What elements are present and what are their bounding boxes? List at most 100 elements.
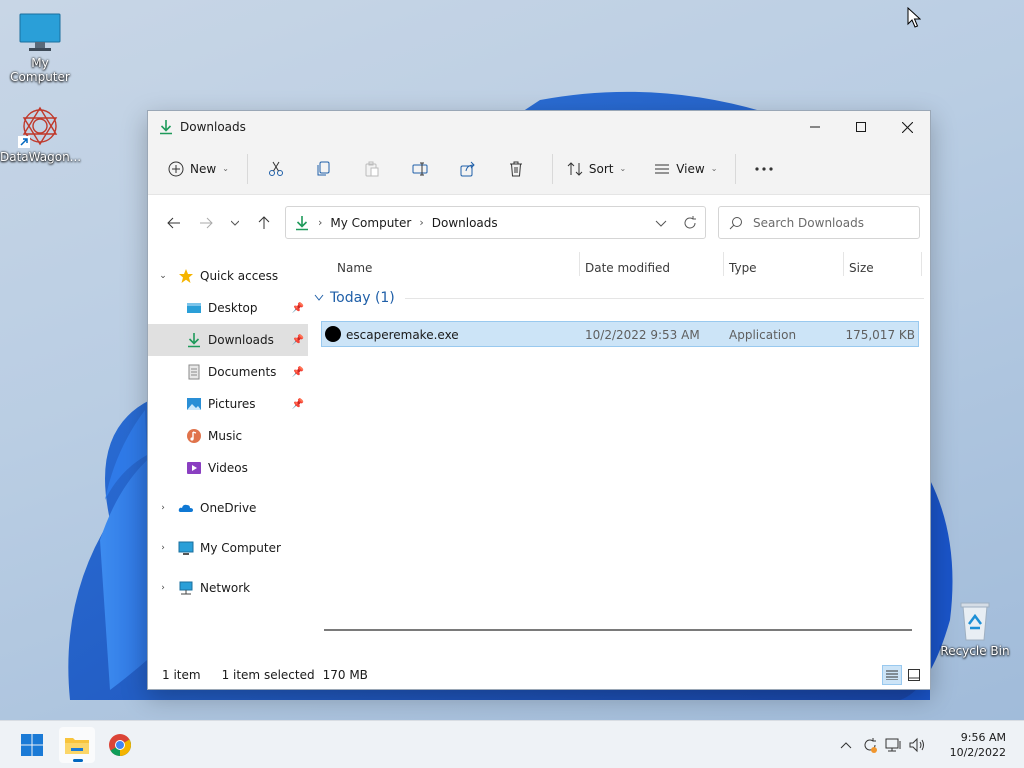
- documents-icon: [188, 364, 200, 380]
- tiles-view-icon: [908, 669, 920, 681]
- tiles-view-button[interactable]: [904, 665, 924, 685]
- maximize-button[interactable]: [838, 111, 884, 143]
- group-header-today[interactable]: Today (1): [308, 284, 930, 312]
- sidebar-item-music[interactable]: Music: [148, 420, 308, 452]
- desktop-icon-label: Recycle Bin: [940, 644, 1010, 658]
- refresh-icon[interactable]: [683, 214, 697, 232]
- close-icon: [901, 121, 913, 133]
- desktop-icon-datawagon[interactable]: DataWagon...: [0, 104, 81, 164]
- back-button[interactable]: [158, 207, 190, 239]
- chevron-right-icon[interactable]: ›: [156, 543, 170, 553]
- more-options-button[interactable]: [744, 153, 784, 185]
- chevron-down-icon[interactable]: [655, 214, 667, 232]
- desktop-icon-label: My Computer: [10, 56, 70, 84]
- speaker-icon: [909, 737, 924, 753]
- cut-button[interactable]: [256, 153, 296, 185]
- pictures-icon: [187, 398, 201, 410]
- share-button[interactable]: [448, 153, 488, 185]
- sidebar-item-label: Quick access: [200, 269, 279, 283]
- rename-button[interactable]: [400, 153, 440, 185]
- sidebar-item-videos[interactable]: Videos: [148, 452, 308, 484]
- title-bar[interactable]: Downloads: [148, 111, 930, 143]
- desktop-icon-recycle-bin[interactable]: Recycle Bin: [935, 598, 1015, 658]
- clock[interactable]: 9:56 AM 10/2/2022: [950, 730, 1006, 760]
- pin-icon[interactable]: 📌: [292, 367, 304, 378]
- taskbar-file-explorer[interactable]: [59, 727, 95, 763]
- sort-button[interactable]: Sort ⌄: [561, 153, 632, 185]
- column-header-name[interactable]: Name: [337, 261, 372, 275]
- videos-icon: [187, 462, 201, 474]
- desktop-folder-icon: [187, 303, 201, 313]
- up-button[interactable]: [248, 207, 280, 239]
- sidebar-item-network[interactable]: › Network: [148, 572, 308, 604]
- column-header-date[interactable]: Date modified: [585, 261, 670, 275]
- download-icon: [188, 333, 200, 348]
- horizontal-scrollbar[interactable]: [324, 629, 912, 631]
- sidebar-item-label: Network: [200, 581, 251, 595]
- navigation-bar: › My Computer › Downloads: [148, 195, 930, 251]
- folder-icon: [65, 738, 89, 754]
- pin-icon[interactable]: 📌: [292, 335, 304, 346]
- arrow-up-icon: [258, 216, 270, 229]
- column-header-size[interactable]: Size: [849, 261, 874, 275]
- windows-logo-icon: [21, 734, 43, 756]
- minimize-button[interactable]: [792, 111, 838, 143]
- navigation-pane: ⌄ Quick access Desktop 📌 Downloads 📌 Doc…: [148, 252, 308, 661]
- details-view-button[interactable]: [882, 665, 902, 685]
- monitor-icon: [18, 10, 62, 54]
- table-row[interactable]: escaperemake.exe 10/2/2022 9:53 AM Appli…: [321, 321, 919, 347]
- chevron-down-icon[interactable]: ⌄: [156, 271, 170, 281]
- sync-status-button[interactable]: [858, 733, 882, 757]
- chevron-right-icon[interactable]: ›: [156, 583, 170, 593]
- separator: [246, 153, 248, 184]
- network-status-button[interactable]: [882, 733, 906, 757]
- close-button[interactable]: [884, 111, 930, 143]
- search-box[interactable]: [718, 206, 920, 239]
- datawagon-shortcut-icon: [18, 104, 62, 148]
- separator: [551, 153, 553, 184]
- show-hidden-icons-button[interactable]: [834, 733, 858, 757]
- pin-icon[interactable]: 📌: [292, 303, 304, 314]
- forward-button[interactable]: [190, 207, 222, 239]
- start-button[interactable]: [14, 727, 50, 763]
- new-button[interactable]: New ⌄: [162, 153, 235, 185]
- desktop-icon-my-computer[interactable]: My Computer: [0, 10, 80, 84]
- sidebar-item-pictures[interactable]: Pictures 📌: [148, 388, 308, 420]
- scissors-icon: [268, 161, 283, 176]
- group-divider: [404, 297, 924, 299]
- minimize-icon: [810, 126, 820, 128]
- address-bar[interactable]: › My Computer › Downloads: [285, 206, 706, 239]
- sidebar-item-onedrive[interactable]: › OneDrive: [148, 492, 308, 524]
- breadcrumb-downloads[interactable]: Downloads: [432, 216, 498, 230]
- file-date: 10/2/2022 9:53 AM: [585, 328, 700, 342]
- sidebar-item-documents[interactable]: Documents 📌: [148, 356, 308, 388]
- delete-button[interactable]: [496, 153, 536, 185]
- sidebar-item-label: Desktop: [208, 301, 258, 315]
- sidebar-item-my-computer[interactable]: › My Computer: [148, 532, 308, 564]
- copy-button[interactable]: [304, 153, 344, 185]
- search-input[interactable]: [753, 215, 913, 230]
- view-list-icon: [655, 164, 670, 173]
- recent-locations-button[interactable]: [222, 207, 248, 239]
- chevron-right-icon[interactable]: ›: [156, 503, 170, 513]
- pin-icon[interactable]: 📌: [292, 399, 304, 410]
- volume-button[interactable]: [906, 733, 930, 757]
- taskbar-chrome[interactable]: [102, 727, 138, 763]
- sync-icon: [864, 738, 877, 753]
- view-button[interactable]: View ⌄: [648, 153, 723, 185]
- sidebar-item-downloads[interactable]: Downloads 📌: [148, 324, 308, 356]
- view-label: View: [676, 161, 705, 176]
- sidebar-item-quick-access[interactable]: ⌄ Quick access: [148, 260, 308, 292]
- trash-icon: [509, 161, 522, 176]
- sidebar-item-desktop[interactable]: Desktop 📌: [148, 292, 308, 324]
- paste-button[interactable]: [352, 153, 392, 185]
- cloud-icon: [178, 504, 193, 512]
- download-icon: [296, 215, 308, 230]
- breadcrumb-my-computer[interactable]: My Computer: [330, 216, 411, 230]
- arrow-left-icon: [167, 217, 180, 229]
- network-status-icon: [885, 738, 901, 752]
- sidebar-item-label: Downloads: [208, 333, 274, 347]
- sort-label: Sort: [588, 161, 614, 176]
- column-header-type[interactable]: Type: [729, 261, 757, 275]
- sidebar-item-label: Documents: [208, 365, 277, 379]
